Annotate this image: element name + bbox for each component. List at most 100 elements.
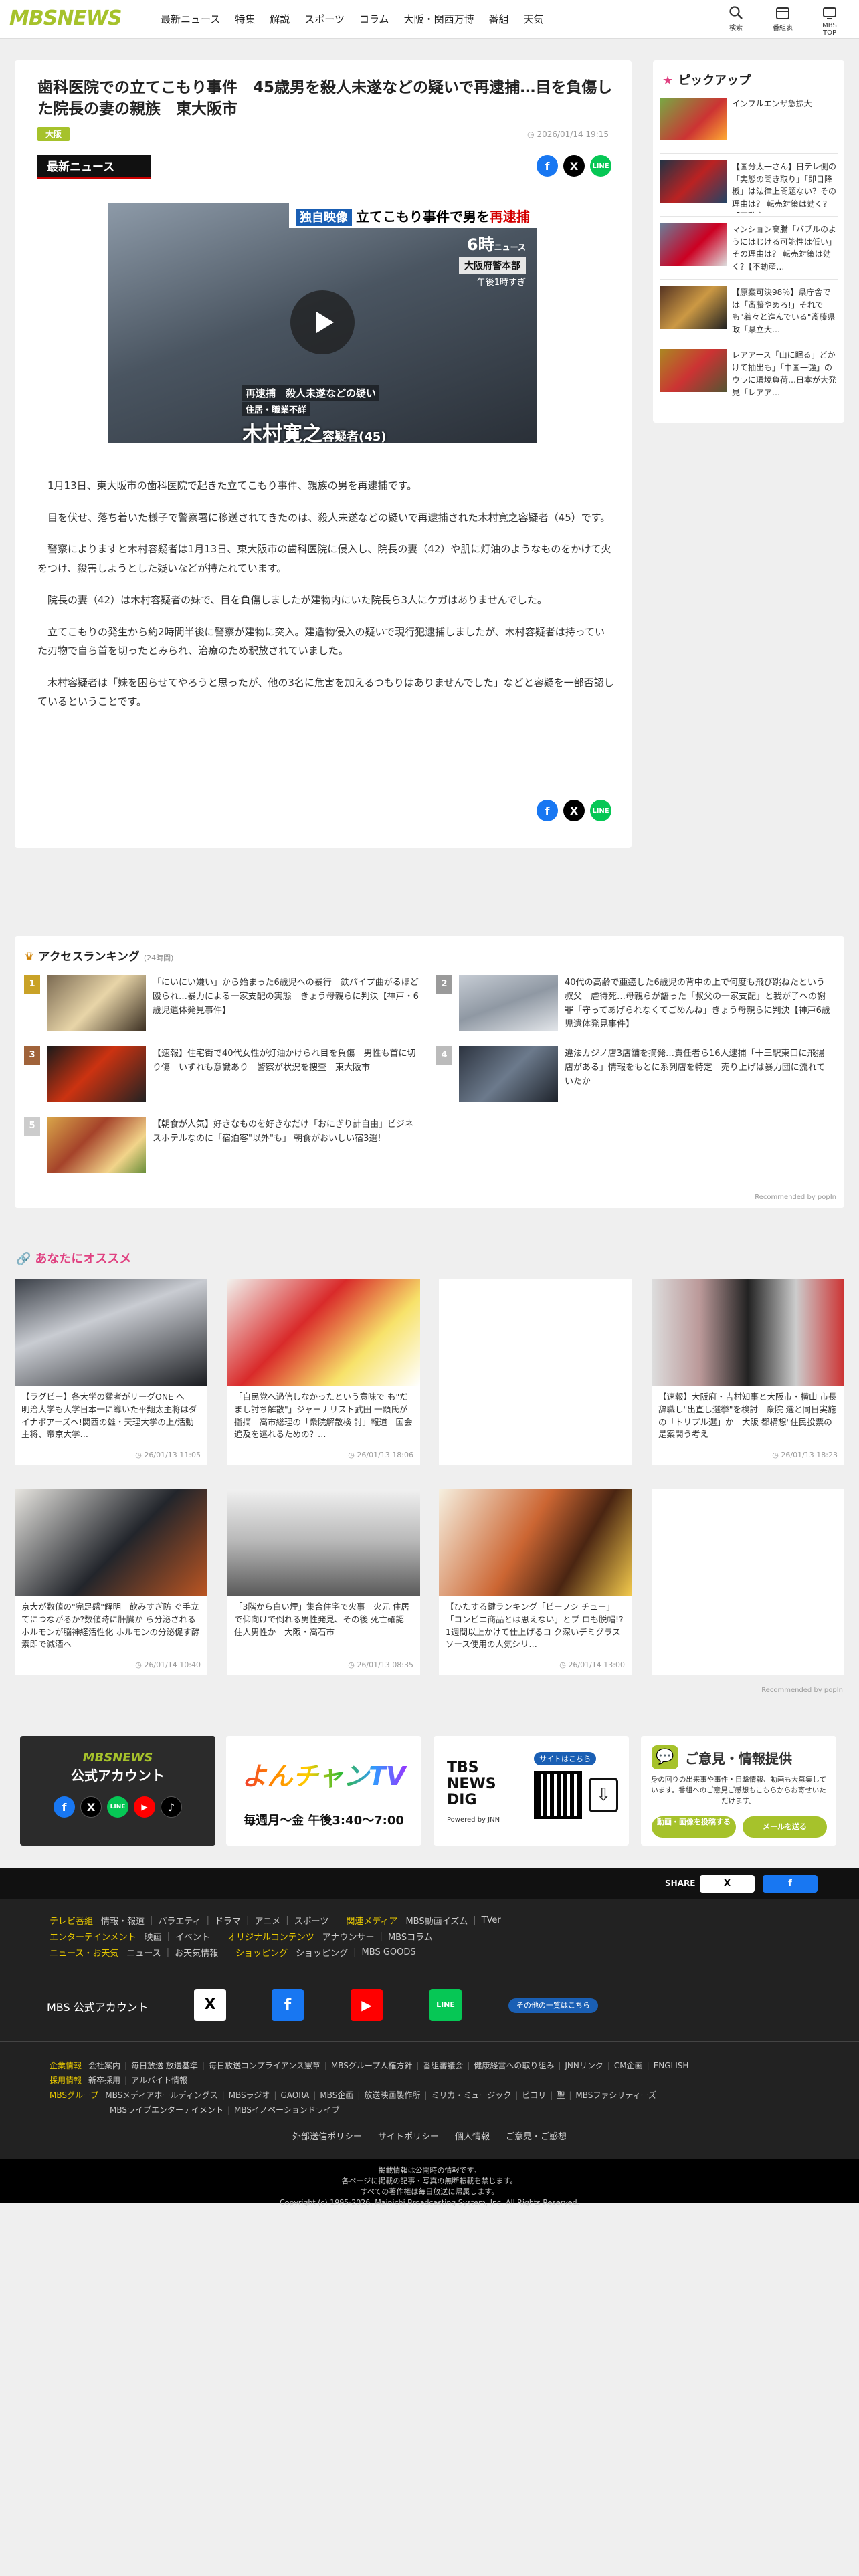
footer-category[interactable]: オリジナルコンテンツ [227,1930,314,1943]
x-icon[interactable]: X [194,1989,226,2021]
x-icon[interactable]: X [700,1875,755,1893]
footer-link[interactable]: 新卒採用 [88,2074,120,2086]
footer-link[interactable]: バラエティ [158,1914,201,1927]
footer-link[interactable]: イベント [175,1930,210,1943]
official-account-banner[interactable]: MBSNEWS 公式アカウント f X LINE ▶ ♪ [20,1736,215,1846]
footer-category[interactable]: エンターテインメント [50,1930,136,1943]
tbs-news-dig-banner[interactable]: TBS NEWS DIG Powered by JNN サイトはこちら ⇩ [434,1736,629,1846]
pickup-item[interactable]: マンション高騰「バブルのようにはじける可能性は低い」その理由は？ 転売対策は効く… [660,219,838,280]
footer-link[interactable]: MBS動画イズム [405,1914,468,1927]
footer-link[interactable]: CM企画 [614,2060,643,2071]
nav-latest[interactable]: 最新ニュース [161,12,220,26]
upload-video-button[interactable]: 動画・画像を投稿する [652,1816,736,1838]
footer-link[interactable]: MBSメディアホールディングス [105,2089,217,2101]
policy-link[interactable]: サイトポリシー [378,2129,439,2142]
category-badge[interactable]: 大阪 [37,127,70,141]
pickup-item[interactable]: 【原案可決98％】県庁舎では「斎藤やめろ!」それでも"着々と進んでいる"斎藤県政… [660,282,838,342]
policy-link[interactable]: 外部送信ポリシー [292,2129,362,2142]
nav-feature[interactable]: 特集 [235,12,255,26]
footer-category[interactable]: 企業情報 [50,2060,82,2071]
facebook-icon[interactable]: f [537,800,558,821]
footer-link[interactable]: ショッピング [296,1946,348,1959]
line-icon[interactable]: LINE [430,1989,462,2021]
footer-link[interactable]: 放送映画製作所 [364,2089,420,2101]
footer-link[interactable]: MBSイノベーションドライブ [234,2104,340,2115]
policy-link[interactable]: ご意見・ご感想 [506,2129,567,2142]
yonchan-banner[interactable]: よんチャンTV 毎週月〜金 午後3:40〜7:00 [226,1736,421,1846]
pickup-item[interactable]: 【国分太一さん】日テレ側の「実態の聞き取り」「即日降板」は法律上問題ない？その理… [660,156,838,217]
ranking-item[interactable]: 3 【速報】住宅街で40代女性が灯油かけられ目を負傷 男性も首に切り傷 いずれも… [24,1046,420,1102]
recommend-card[interactable]: 京大が数値の"完足感"解明 飲みすぎ防 ぐ手立てにつながるか?数値時に肝臓か ら… [15,1489,207,1675]
footer-link[interactable]: 映画 [145,1930,162,1943]
footer-link[interactable]: 会社案内 [88,2060,120,2071]
nav-weather[interactable]: 天気 [524,12,544,26]
pickup-item[interactable]: レアアース「山に眠る」どかけて抽出も」「中国一強」のウラに環境負荷…日本が大発見… [660,345,838,405]
x-icon[interactable]: X [563,155,585,177]
popin-credit-2[interactable]: Recommended by popIn [761,1687,843,1694]
footer-link[interactable]: 毎日放送 放送基準 [131,2060,198,2071]
footer-link[interactable]: 聖 [557,2089,565,2101]
footer-link[interactable]: ビコリ [522,2089,546,2101]
footer-link[interactable]: MBSファシリティーズ [575,2089,656,2101]
footer-link[interactable]: MBSライブエンターテイメント [110,2104,223,2115]
x-icon[interactable]: X [563,800,585,821]
footer-link[interactable]: MBS企画 [320,2089,353,2101]
nav-programs[interactable]: 番組 [489,12,509,26]
footer-link[interactable]: MBSラジオ [229,2089,270,2101]
site-logo[interactable]: MBSNEWS [9,7,122,30]
ranking-item[interactable]: 2 40代の高齢で亜癌した6歳児の背中の上で何度も飛び跳ねたという叔父 虐待死…… [436,975,832,1031]
footer-link[interactable]: MBS GOODS [362,1947,416,1957]
youtube-icon[interactable]: ▶ [351,1989,383,2021]
opinion-banner[interactable]: 💬 ご意見・情報提供 身の回りの出来事や事件・目撃情報、動画も大募集しています。… [641,1736,836,1846]
recommend-card[interactable]: 【速報】大阪府・吉村知事と大阪市・横山 市長 辞職し"出直し選挙"を検討 衆院 … [652,1279,844,1465]
nav-expo[interactable]: 大阪・関西万博 [404,12,474,26]
search-button[interactable]: 検索 [723,4,749,37]
footer-link[interactable]: ENGLISH [654,2061,689,2070]
schedule-button[interactable]: 番組表 [769,4,796,37]
footer-category[interactable]: ニュース・お天気 [50,1946,118,1959]
footer-category[interactable]: テレビ番組 [50,1914,93,1927]
footer-link[interactable]: 情報・報道 [101,1914,145,1927]
footer-link[interactable]: ミリカ・ミュージック [431,2089,511,2101]
footer-category[interactable]: 採用情報 [50,2074,82,2086]
line-icon[interactable]: LINE [590,800,611,821]
video-player[interactable]: 独自映像 立てこもり事件で男を再逮捕 6時ニュース 大阪府警本部 午後1時すぎ 再… [108,203,537,443]
footer-link[interactable]: MBSコラム [388,1930,433,1943]
pickup-item[interactable]: インフルエンザ急拡大 [660,94,838,154]
recommend-card[interactable]: 【ラグビー】各大学の猛者がリーグONE へ 明治大学も大学日本一に導いた平翔太主… [15,1279,207,1465]
footer-link[interactable]: 健康経営への取り組み [474,2060,554,2071]
footer-link[interactable]: 毎日放送コンプライアンス憲章 [209,2060,320,2071]
ranking-item[interactable]: 5 【朝食が人気】好きなものを好きなだけ「おにぎり計自由」ビジネスホテルなのに「… [24,1117,420,1173]
footer-link[interactable]: GAORA [280,2090,309,2100]
send-mail-button[interactable]: メールを送る [743,1816,827,1838]
mbs-top-button[interactable]: MBS TOP [816,4,843,37]
footer-link[interactable]: 番組審議会 [423,2060,463,2071]
footer-link[interactable]: スポーツ [294,1914,329,1927]
facebook-icon[interactable]: f [537,155,558,177]
footer-category[interactable]: MBSグループ [50,2089,98,2101]
ranking-item[interactable]: 4 違法カジノ店3店舗を摘発…責任者ら16人逮捕「十三駅東口に飛揚店がある」情報… [436,1046,832,1102]
recommend-card[interactable]: 「3階から白い煙」集合住宅で火事 火元 住居で仰向けで倒れる男性発見、その後 死… [227,1489,420,1675]
others-button[interactable]: その他の一覧はこちら [508,1998,598,2013]
line-icon[interactable]: LINE [590,155,611,177]
footer-link[interactable]: ドラマ [215,1914,241,1927]
footer-category[interactable]: ショッピング [235,1946,288,1959]
popin-credit[interactable]: Recommended by popIn [755,1194,836,1201]
facebook-icon[interactable]: f [272,1989,304,2021]
recommend-card[interactable]: 【ひたする鍵ランキング「ビーフシ チュー」「コンビニ商品とは思えない」とプ ロも… [439,1489,632,1675]
policy-link[interactable]: 個人情報 [455,2129,490,2142]
footer-link[interactable]: アナウンサー [322,1930,375,1943]
footer-category[interactable]: 関連メディア [346,1914,397,1927]
footer-link[interactable]: アニメ [254,1914,280,1927]
footer-link[interactable]: JNNリンク [565,2060,603,2071]
recommend-card[interactable]: 「自民党へ過信しなかったという意味で も"だまし討ち解散"」ジャーナリスト武田 … [227,1279,420,1465]
ranking-item[interactable]: 1 「にいにい嫌い」から始まった6歳児への暴行 鉄パイプ曲がるほど殴られ…暴力に… [24,975,420,1031]
nav-column[interactable]: コラム [359,12,389,26]
facebook-icon[interactable]: f [763,1875,818,1893]
footer-link[interactable]: MBSグループ人権方針 [331,2060,412,2071]
nav-explain[interactable]: 解説 [270,12,290,26]
footer-link[interactable]: TVer [482,1915,501,1925]
nav-sports[interactable]: スポーツ [304,12,345,26]
play-button[interactable] [290,290,355,354]
footer-link[interactable]: アルバイト情報 [131,2074,187,2086]
